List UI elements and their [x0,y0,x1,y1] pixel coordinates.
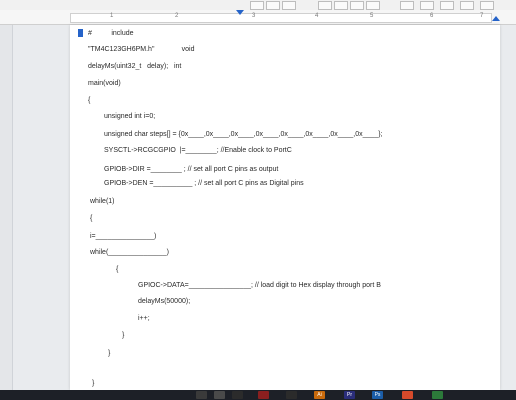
code-line: GPIOC->DATA=________________; // load di… [138,282,381,289]
illustrator-icon[interactable]: Ai [314,391,325,399]
code-line: while(1) [90,198,115,205]
horizontal-ruler[interactable]: 1 2 3 4 5 6 7 [0,10,516,25]
code-line: delayMs(50000); [138,298,191,305]
code-line: i++; [138,315,150,322]
right-indent-marker-icon[interactable] [492,16,500,21]
paragraph-marker-icon [78,29,83,37]
code-line: while(_______________) [90,249,170,256]
app-icon[interactable] [286,391,297,399]
app-icon[interactable] [214,391,225,399]
file-explorer-icon[interactable] [196,391,207,399]
ruler-tick: 6 [430,13,434,19]
bullets-button[interactable] [420,1,434,10]
vertical-ruler [0,25,13,390]
align-center-button[interactable] [334,1,348,10]
chrome-icon[interactable] [402,391,413,399]
ruler-tick: 1 [110,13,114,19]
code-line: SYSCTL->RCGCGPIO |=________; //Enable cl… [104,147,292,154]
line-spacing-button[interactable] [400,1,414,10]
ruler-tick: 2 [175,13,179,19]
document-page[interactable]: # include "TM4C123GH6PM.h" void delayMs(… [70,25,500,390]
ruler-tick: 7 [480,13,484,19]
pdf-app-icon[interactable] [258,391,269,399]
code-line: GPIOB->DEN =__________ ; // set all port… [104,180,304,187]
ruler-tick: 3 [252,13,256,19]
ruler-active-area [70,13,492,23]
strikethrough-button[interactable] [282,1,296,10]
photoshop-icon[interactable]: Ps [372,391,383,399]
code-line: } [108,350,111,357]
code-line: GPIOB->DIR =________ ; // set all port C… [104,166,279,173]
code-line: i=_______________) [90,233,157,240]
outdent-button[interactable] [480,1,494,10]
code-line: unsigned int i=0; [104,113,156,120]
justify-button[interactable] [366,1,380,10]
code-line: { [88,97,91,104]
taskbar: Ai Pr Ps [0,390,516,400]
indent-marker-icon[interactable] [236,10,244,15]
numbering-button[interactable] [440,1,454,10]
code-line: # include [88,30,134,37]
code-line: { [116,266,119,273]
code-line: unsigned char steps[] = {0x____,0x____,0… [104,131,383,138]
align-left-button[interactable] [318,1,332,10]
code-line: "TM4C123GH6PM.h" void [88,46,195,53]
code-line: main(void) [88,80,121,87]
indent-button[interactable] [460,1,474,10]
code-line: delayMs(uint32_t delay); int [88,63,182,70]
premiere-icon[interactable]: Pr [344,391,355,399]
code-line: { [90,215,93,222]
code-line: } [92,380,95,387]
app-icon[interactable] [232,391,243,399]
italic-button[interactable] [250,1,264,10]
ruler-tick: 4 [315,13,319,19]
underline-button[interactable] [266,1,280,10]
align-right-button[interactable] [350,1,364,10]
code-line: } [122,332,125,339]
excel-icon[interactable] [432,391,443,399]
ruler-tick: 5 [370,13,374,19]
